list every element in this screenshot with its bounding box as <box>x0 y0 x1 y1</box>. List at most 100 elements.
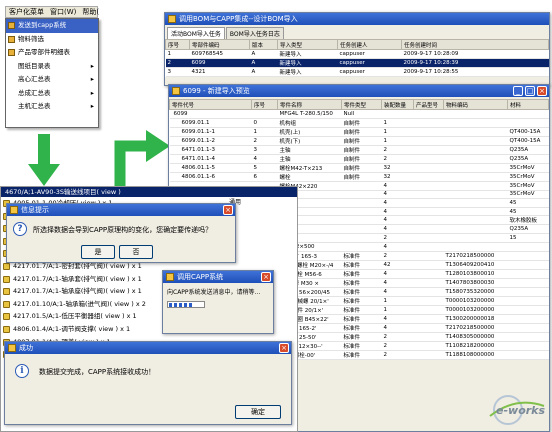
table-cell <box>413 118 444 128</box>
col-part-type[interactable]: 零件类型 <box>341 99 382 110</box>
info-icon <box>10 206 18 214</box>
col-material[interactable]: 材料 <box>507 99 549 110</box>
info-icon <box>8 344 16 352</box>
table-cell <box>413 332 444 342</box>
table-cell <box>413 109 444 119</box>
yes-button[interactable]: 是 <box>81 245 115 259</box>
submenu-arrow-icon: ▸ <box>90 61 94 70</box>
table-cell <box>507 323 549 333</box>
table-cell <box>413 215 444 226</box>
table-cell: 新建导入 <box>277 67 338 77</box>
menu-item-drawing-index[interactable]: 图纸目录表 ▸ <box>6 60 98 74</box>
confirm-titlebar: 信息提示 × <box>7 204 235 216</box>
list-icon <box>8 49 15 56</box>
table-cell: 4 <box>381 242 414 252</box>
table-cell: 2 <box>381 233 414 243</box>
table-row[interactable]: 6471.01.1-3 3 主轴 自制件 2 Q235A <box>169 145 549 155</box>
menu-item-parts-list[interactable]: 产品零部件明细表 <box>6 46 98 60</box>
menu-customize[interactable]: 客户化菜单 <box>6 7 47 17</box>
table-cell: cappuser <box>337 49 402 59</box>
table-cell: 32 <box>381 163 414 173</box>
progress-segment <box>184 303 187 307</box>
table-cell: 2 <box>381 341 414 351</box>
part-icon <box>3 325 10 333</box>
menu-item-main-summary[interactable]: 主机汇总表 ▸ <box>6 100 98 114</box>
minimize-icon[interactable]: _ <box>513 86 523 96</box>
col-part-name[interactable]: 零件名称 <box>277 99 342 110</box>
table-cell: 自制件 <box>341 127 382 137</box>
col-part-code[interactable]: 零部件编码 <box>189 39 250 50</box>
table-row[interactable]: 6099.01.1 0 机构组 自制件 1 <box>169 118 549 128</box>
progress-segment <box>169 303 172 307</box>
table-cell <box>413 136 444 146</box>
close-icon[interactable]: × <box>223 205 233 215</box>
table-row[interactable]: 4806.01.1-5 5 螺栓M42-T×213 自制件 32 35CrMoV <box>169 163 549 173</box>
table-cell: 机壳(下) <box>277 136 342 146</box>
col-qty[interactable]: 装配数量 <box>381 99 414 110</box>
table-cell: Q235A <box>507 224 549 234</box>
table-row[interactable]: 6471.01.1-4 4 主轴 自制件 2 Q235A <box>169 154 549 164</box>
table-cell <box>413 341 444 351</box>
client-menubar: 客户化菜单 窗口(W) 帮助( <box>5 6 99 18</box>
table-cell: Null <box>341 109 382 119</box>
table-cell: 标准件 <box>341 287 382 297</box>
col-created-time[interactable]: 任务创建时间 <box>401 39 549 50</box>
col-index[interactable]: 序号 <box>165 39 190 50</box>
bom-import-tabs: 活动BOM导入任务 BOM导入任务日志 <box>165 25 549 39</box>
table-cell <box>413 207 444 217</box>
table-cell: 螺栓M42-T×213 <box>277 163 342 173</box>
table-row[interactable]: 6099.01.1-1 1 机壳(上) 自制件 1 QT400-15A <box>169 127 549 137</box>
menu-item-material-filter[interactable]: 物料筛选 <box>6 33 98 47</box>
import-task-table: 序号 零部件编码 版本 导入类型 任务创建人 任务创建时间 1 609768545… <box>165 39 549 77</box>
table-row[interactable]: 1 609768545 A 新建导入 cappuser 2009-9-17 10:28:0… <box>165 49 549 59</box>
table-cell <box>413 190 444 200</box>
table-cell <box>341 207 382 217</box>
menu-item-core-summary[interactable]: 高心汇总表 ▸ <box>6 73 98 87</box>
table-cell <box>443 172 508 182</box>
table-cell <box>507 287 549 297</box>
tree-item-label: 4217.01.10/A;1-轴承箱(进气阀)( view ) x 2 <box>13 299 146 308</box>
app-icon <box>168 15 176 23</box>
maximize-icon[interactable]: □ <box>525 86 535 96</box>
menu-window[interactable]: 窗口(W) <box>47 7 79 17</box>
menu-item-send-to-capp[interactable]: 发送到capp系统 <box>6 19 98 33</box>
table-row[interactable]: 2 6099 A 新建导入 cappuser 2009-9-17 10:28:39 <box>165 58 549 68</box>
col-seq[interactable]: 序号 <box>251 99 278 110</box>
col-import-type[interactable]: 导入类型 <box>277 39 338 50</box>
success-titlebar: 成功 × <box>5 342 291 354</box>
confirm-dialog: 信息提示 × ? 所选择数据会导到CAPP原理构的变化，您确定要传递吗？ 是 否 <box>6 203 236 263</box>
col-part-no[interactable]: 零件代号 <box>169 99 252 110</box>
tab-task-log[interactable]: BOM导入任务日志 <box>225 27 284 39</box>
flow-arrow-right <box>114 130 170 190</box>
table-cell: 1 <box>165 49 190 59</box>
close-icon[interactable]: × <box>261 272 271 282</box>
menu-item-assembly-summary[interactable]: 总成汇总表 ▸ <box>6 87 98 101</box>
table-cell: 3 <box>165 67 190 77</box>
table-cell: T2170218500000 <box>443 251 508 261</box>
table-cell <box>507 109 549 119</box>
close-icon[interactable]: × <box>279 343 289 353</box>
menu-help[interactable]: 帮助( <box>79 7 102 17</box>
customize-dropdown: 发送到capp系统 物料筛选 产品零部件明细表 图纸目录表 ▸ 高心汇总表 ▸ 总成… <box>5 18 99 128</box>
table-cell: T1408305000000 <box>443 332 508 342</box>
table-cell: T1580735320000 <box>443 287 508 297</box>
progress-dialog: 调用CAPP系统 × 向CAPP系统发送消息中，请稍等... <box>162 270 274 334</box>
no-button[interactable]: 否 <box>119 245 153 259</box>
table-row[interactable]: 4806.01.1-6 6 螺栓 自制件 32 35CrMoV <box>169 172 549 182</box>
table-cell <box>443 242 508 252</box>
col-creator[interactable]: 任务创建人 <box>337 39 402 50</box>
table-cell: T1188108000000 <box>443 350 508 360</box>
table-row[interactable]: 3 4321 A 新建导入 cappuser 2009-9-17 10:28:55 <box>165 67 549 77</box>
table-row[interactable]: 6099.01.1-2 2 机壳(下) 自制件 1 QT400-15A <box>169 136 549 146</box>
table-cell: 新建导入 <box>277 58 338 68</box>
table-cell: 1 <box>381 305 414 315</box>
ok-button[interactable]: 确定 <box>235 405 281 419</box>
table-cell <box>413 154 444 164</box>
col-material-code[interactable]: 物料编码 <box>443 99 508 110</box>
table-row[interactable]: 6099 MFG4L T-280.5/150 Null <box>169 109 549 119</box>
tab-active-tasks[interactable]: 活动BOM导入任务 <box>167 27 225 39</box>
table-cell: 2009-9-17 10:28:09 <box>401 49 549 59</box>
close-icon[interactable]: × <box>537 86 547 96</box>
col-model[interactable]: 产品型号 <box>413 99 444 110</box>
col-version[interactable]: 版本 <box>249 39 278 50</box>
